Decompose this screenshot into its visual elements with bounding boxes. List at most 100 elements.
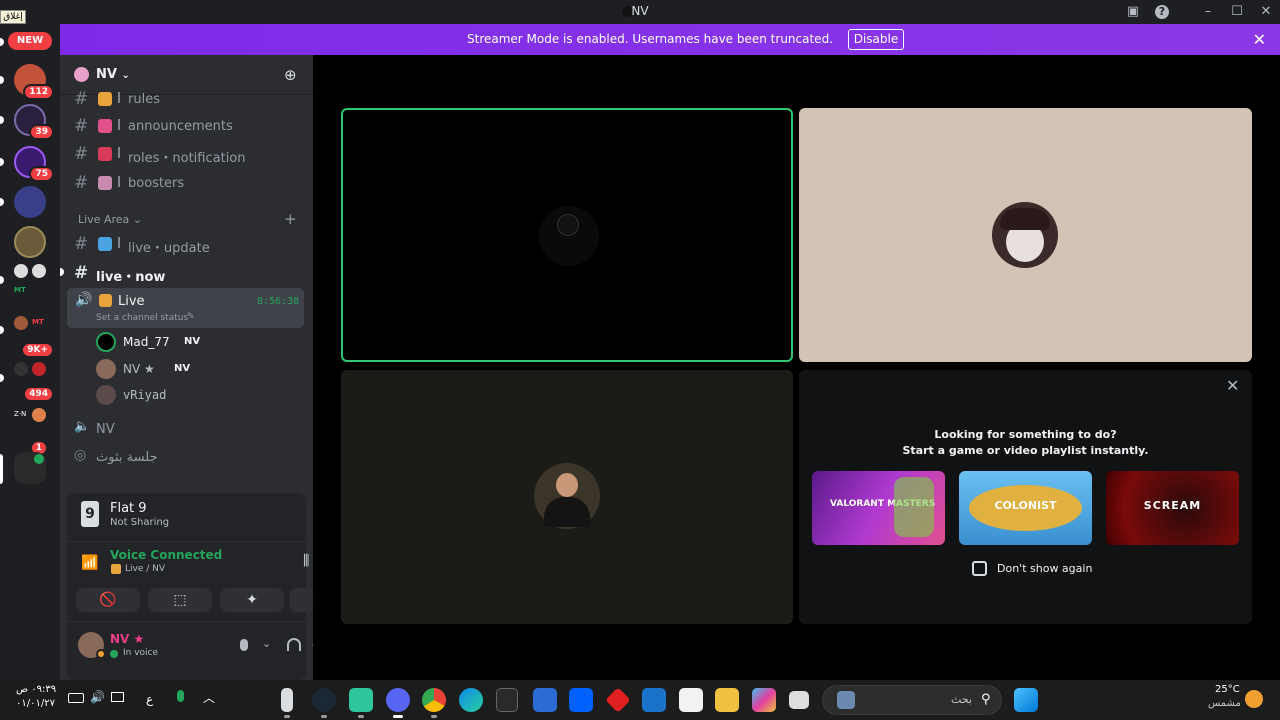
clock-time[interactable]: ٠٩:٣٩ ص	[16, 684, 56, 695]
search-box[interactable]: بحث ⚲	[822, 685, 1002, 715]
game-card-valorant[interactable]: VALORANT MASTERS	[812, 471, 945, 545]
video-tile[interactable]	[341, 370, 793, 624]
channel-sidebar: NV ⌄ ⊕ # rules # announcements # roles・n…	[60, 55, 350, 680]
flat9-app-icon[interactable]	[281, 688, 293, 712]
camera-button[interactable]: 🚫	[76, 588, 140, 612]
stage-channel[interactable]: ◎ جلسة بثوث	[74, 447, 304, 469]
steam-icon[interactable]	[312, 688, 336, 712]
video-tile[interactable]	[799, 108, 1252, 362]
speaker-icon: 🔊	[75, 292, 93, 308]
user-status-icon	[110, 650, 118, 658]
voice-status[interactable]: Voice Connected	[110, 548, 222, 562]
edge-icon[interactable]	[459, 688, 483, 712]
channel-boosters[interactable]: # boosters	[74, 173, 304, 195]
mail-icon[interactable]	[642, 688, 666, 712]
language-indicator[interactable]: ع	[146, 692, 153, 706]
window-titlebar: إغلاق NV ▣ ? – ☐ ✕	[0, 0, 1280, 24]
server-icon-last[interactable]	[14, 452, 46, 484]
channel-status-input[interactable]: Set a channel status	[96, 313, 188, 323]
channel-live-now[interactable]: # live・now	[74, 263, 304, 285]
minimize-icon[interactable]: –	[1198, 2, 1218, 22]
chrome-icon[interactable]	[422, 688, 446, 712]
inbox-icon[interactable]: ▣	[1123, 2, 1143, 22]
server-icon-3[interactable]: 75	[14, 146, 54, 182]
app-icon-teal[interactable]	[349, 688, 373, 712]
channel-roles[interactable]: # roles・notification	[74, 144, 304, 166]
dropbox-icon[interactable]	[569, 688, 593, 712]
text-channel-icon: #	[74, 234, 89, 254]
channel-announcements[interactable]: # announcements	[74, 116, 304, 138]
voice-channel-path[interactable]: Live / NV	[125, 564, 165, 574]
weather-desc[interactable]: مشمس	[1208, 698, 1241, 709]
help-icon[interactable]: ?	[1152, 2, 1172, 22]
server-folder-1[interactable]: MT	[14, 264, 46, 304]
volume-icon[interactable]: 🔊	[90, 690, 105, 704]
task-view-icon[interactable]	[789, 691, 809, 709]
server-mini-label: MT	[14, 286, 26, 294]
noise-suppression-icon[interactable]: ⫼	[303, 553, 309, 569]
video-tile[interactable]	[341, 108, 793, 362]
server-icon-1[interactable]: 112	[14, 64, 54, 100]
discord-icon[interactable]	[386, 688, 410, 712]
server-folder-3[interactable]: 494	[14, 362, 54, 402]
voice-channel-live[interactable]: 🔊 Live 8:56:38 Set a channel status ✎	[67, 288, 304, 328]
epic-games-icon[interactable]	[496, 688, 518, 712]
add-member-icon[interactable]: ⊕	[284, 66, 297, 84]
close-window-icon[interactable]: ✕	[1256, 2, 1276, 22]
server-icon-4[interactable]	[14, 186, 46, 218]
windows-start-icon[interactable]	[1014, 688, 1038, 712]
maximize-icon[interactable]: ☐	[1227, 2, 1247, 22]
disable-button[interactable]: Disable	[848, 29, 904, 50]
server-icon-5[interactable]	[14, 226, 46, 258]
member-name: NV ★	[123, 362, 155, 376]
pencil-icon[interactable]: ✎	[187, 312, 195, 322]
channel-rules[interactable]: # rules	[74, 89, 304, 111]
divider	[67, 541, 306, 542]
member-name: vRiyad	[123, 388, 167, 402]
clock-date[interactable]: ٠١/٠١/٢٧	[16, 698, 55, 709]
voice-member[interactable]: NV ★ NV	[96, 358, 306, 380]
member-name: Mad_77	[123, 335, 170, 349]
booster-icon	[98, 176, 112, 190]
server-icon-2[interactable]: 39	[14, 104, 54, 140]
chevron-up-icon[interactable]: ︿	[203, 689, 215, 706]
microphone-icon[interactable]	[240, 639, 248, 651]
weather-temp[interactable]: 25°C	[1215, 684, 1240, 695]
app-icon-blue[interactable]	[533, 688, 557, 712]
category-live-area[interactable]: Live Area ⌄	[78, 213, 142, 226]
channel-label: rules	[128, 92, 160, 107]
screen-share-button[interactable]: ⬚	[148, 588, 212, 612]
copilot-icon[interactable]	[752, 688, 776, 712]
create-channel-icon[interactable]: +	[284, 210, 297, 228]
headphones-icon[interactable]	[287, 638, 301, 651]
voice-member[interactable]: vRiyad	[96, 384, 306, 406]
server-folder-2[interactable]: MT 9K+	[14, 316, 54, 358]
connection-icon: 📶	[81, 555, 99, 571]
battery-icon[interactable]	[68, 693, 84, 703]
user-name[interactable]: NV ★	[110, 632, 144, 646]
voice-channel-nv[interactable]: 🔈 NV	[74, 419, 304, 441]
close-icon[interactable]: ✕	[1226, 376, 1239, 395]
app-icon-red[interactable]	[605, 687, 631, 713]
microphone-icon[interactable]	[177, 690, 184, 702]
close-icon[interactable]: ✕	[1253, 30, 1266, 49]
new-badge[interactable]: NEW	[8, 32, 52, 50]
unread-badge: 75	[29, 166, 54, 182]
file-explorer-icon[interactable]	[715, 688, 739, 712]
streamer-mode-banner: Streamer Mode is enabled. Usernames have…	[60, 24, 1280, 55]
dont-show-checkbox[interactable]	[972, 561, 987, 576]
channel-live-update[interactable]: # live・update	[74, 234, 304, 256]
avatar	[96, 359, 116, 379]
dont-show-label[interactable]: Don't show again	[997, 562, 1092, 575]
game-name: SCREAM	[1143, 499, 1202, 512]
game-card-colonist[interactable]: COLONIST	[959, 471, 1092, 545]
activities-button[interactable]: ✦	[220, 588, 284, 612]
server-folder-4[interactable]: Z·N 1	[14, 408, 48, 456]
store-icon[interactable]	[679, 688, 703, 712]
network-icon[interactable]	[111, 692, 124, 702]
game-card-scream[interactable]: SCREAM	[1106, 471, 1239, 545]
voice-timer: 8:56:38	[257, 296, 300, 307]
avatar	[96, 385, 116, 405]
chevron-down-icon[interactable]: ⌄	[262, 637, 271, 650]
voice-member[interactable]: Mad_77 NV	[96, 331, 306, 353]
